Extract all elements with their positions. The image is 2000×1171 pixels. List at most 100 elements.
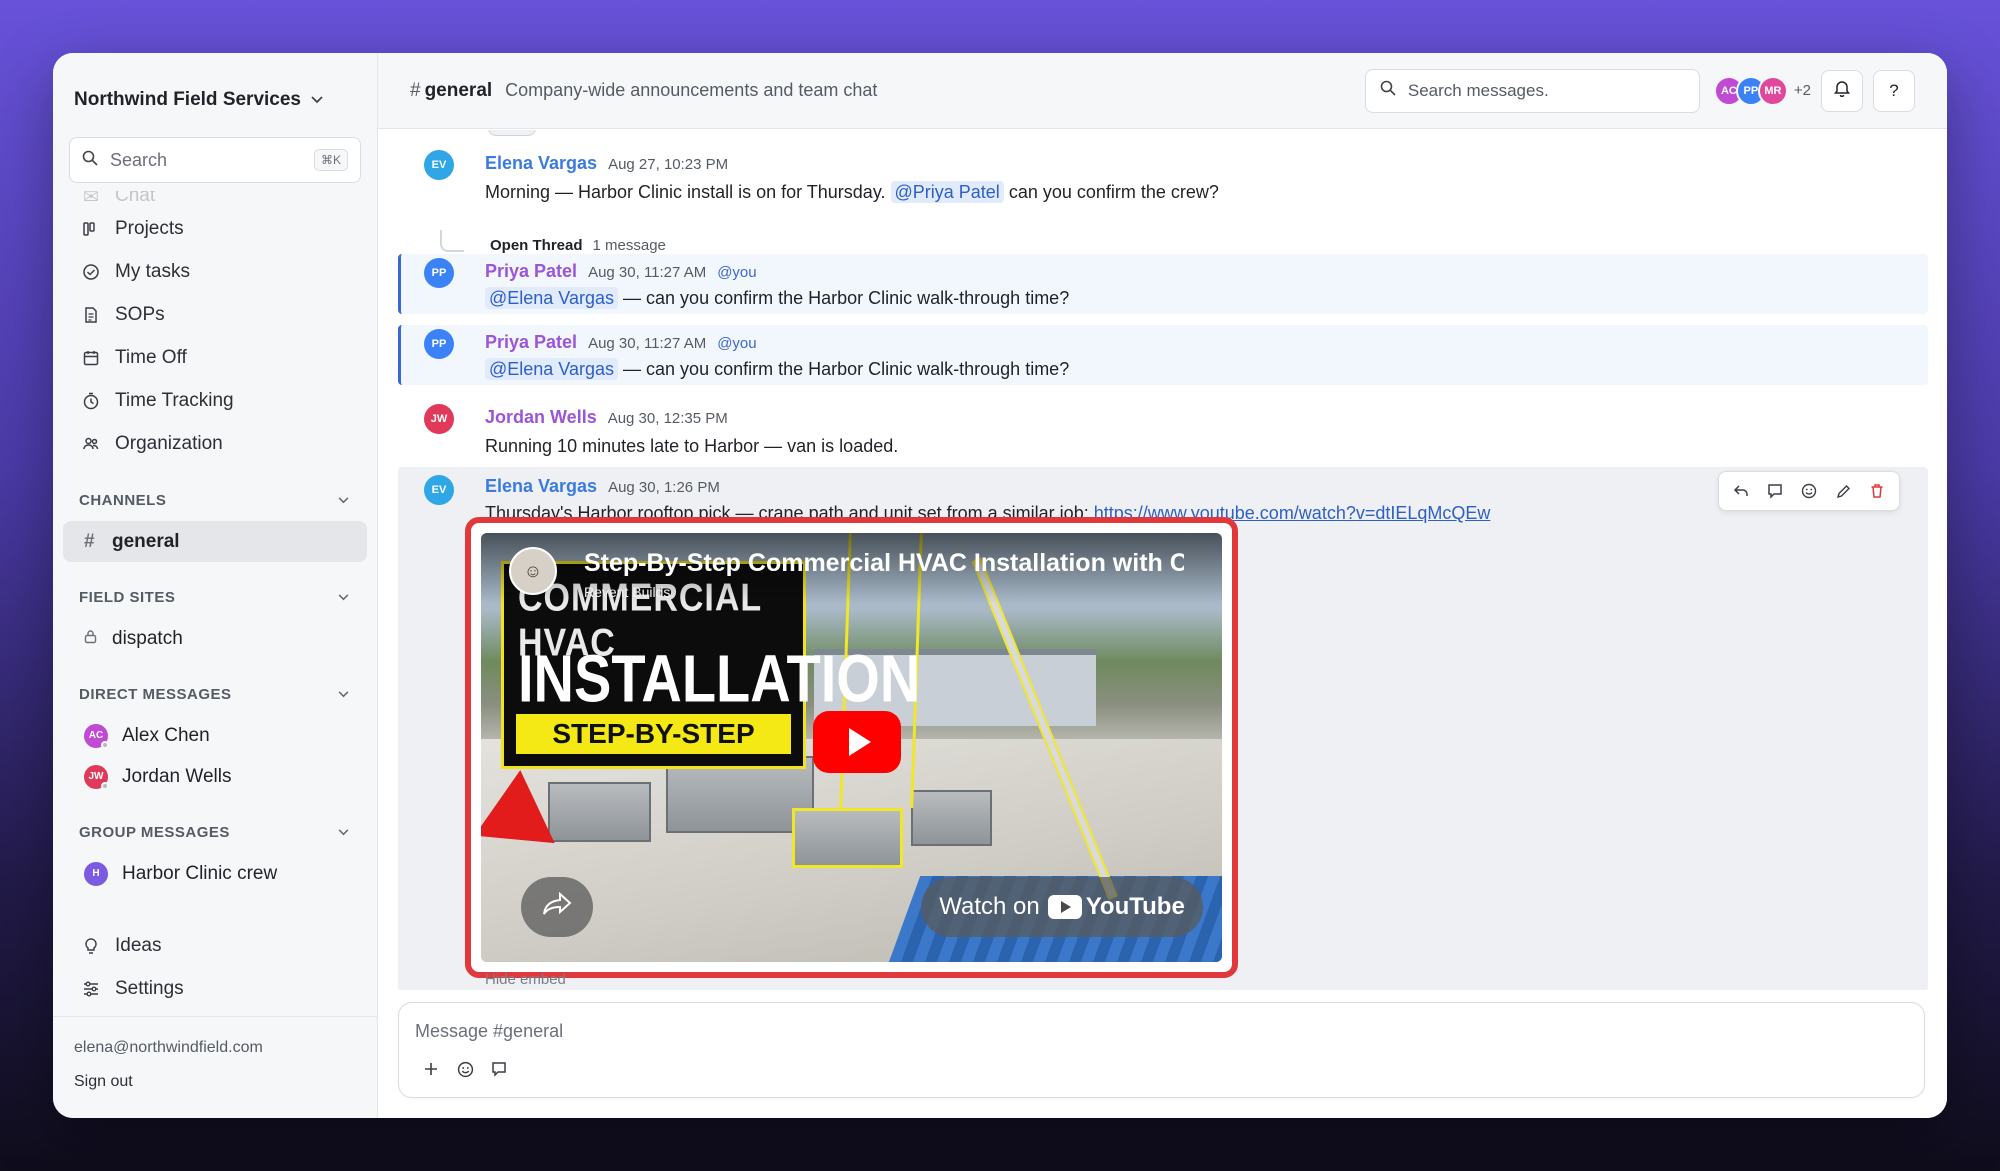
section-header-field-sites[interactable]: FIELD SITES <box>53 576 377 618</box>
calendar-icon <box>81 348 101 368</box>
sidebar-item-my-tasks[interactable]: My tasks <box>63 250 367 293</box>
search-icon <box>82 150 98 171</box>
message-item-hovered[interactable]: EV Elena Vargas Aug 30, 1:26 PM Thursday… <box>398 467 1928 990</box>
mention-chip[interactable]: @Elena Vargas <box>485 358 619 380</box>
video-embed[interactable]: COMMERCIAL HVAC INSTALLATION STEP-BY-STE… <box>465 517 1238 978</box>
dm-item-jordan-wells[interactable]: JW Jordan Wells <box>63 756 367 797</box>
help-button[interactable]: ? <box>1873 69 1915 112</box>
thread-icon[interactable] <box>1759 475 1791 507</box>
watch-on-youtube-button[interactable]: Watch on YouTube <box>921 877 1203 937</box>
author-name[interactable]: Priya Patel <box>485 261 577 282</box>
author-name[interactable]: Elena Vargas <box>485 153 597 174</box>
video-title[interactable]: Step-By-Step Commercial HVAC Installatio… <box>584 549 1184 578</box>
channel-avatar[interactable]: ☺ <box>509 547 557 595</box>
sidebar-item-settings[interactable]: Settings <box>63 967 367 1010</box>
search-icon <box>1380 80 1396 101</box>
plus-icon[interactable] <box>421 1059 441 1079</box>
trash-icon[interactable] <box>1861 475 1893 507</box>
search-shortcut-badge: ⌘K <box>313 149 348 171</box>
emoji-icon[interactable] <box>1793 475 1825 507</box>
people-icon <box>81 434 101 454</box>
notifications-button[interactable] <box>1821 69 1863 112</box>
composer-placeholder: Message #general <box>415 1021 564 1041</box>
open-thread-link[interactable]: Open Thread 1 message <box>490 237 666 254</box>
sidebar-item-time-tracking[interactable]: Time Tracking <box>63 379 367 422</box>
you-tag: @you <box>717 335 757 352</box>
lock-icon <box>84 628 98 650</box>
author-name[interactable]: Priya Patel <box>485 332 577 353</box>
lightbulb-icon <box>81 936 101 956</box>
channel-description: Company-wide announcements and team chat <box>505 80 878 100</box>
sidebar-item-sops[interactable]: SOPs <box>63 293 367 336</box>
sidebar-item-organization[interactable]: Organization <box>63 422 367 465</box>
sidebar-item-label: Projects <box>115 217 184 239</box>
hash-icon: # <box>84 530 95 552</box>
workspace-name: Northwind Field Services <box>74 88 301 110</box>
sidebar-item-time-off[interactable]: Time Off <box>63 336 367 379</box>
message-header: Priya Patel Aug 30, 11:27 AM @you <box>485 261 757 282</box>
author-name[interactable]: Elena Vargas <box>485 476 597 497</box>
avatar: PP <box>424 329 454 359</box>
sign-out-link[interactable]: Sign out <box>74 1073 356 1091</box>
reply-icon[interactable] <box>1725 475 1757 507</box>
section-header-group-messages[interactable]: GROUP MESSAGES <box>53 811 377 853</box>
edit-icon[interactable] <box>1827 475 1859 507</box>
thread-connector <box>440 230 464 252</box>
user-email: elena@northwindfield.com <box>74 1039 263 1056</box>
author-name[interactable]: Jordan Wells <box>485 407 597 428</box>
dm-name: Jordan Wells <box>122 765 232 787</box>
composer-toolbar <box>421 1059 509 1079</box>
message-item-highlighted[interactable]: PP Priya Patel Aug 30, 11:27 AM @you @El… <box>398 325 1928 385</box>
sidebar-item-ideas[interactable]: Ideas <box>63 924 367 967</box>
message-item-highlighted[interactable]: PP Priya Patel Aug 30, 11:27 AM @you @El… <box>398 254 1928 314</box>
message-actions-toolbar <box>1718 471 1900 511</box>
video-player[interactable]: COMMERCIAL HVAC INSTALLATION STEP-BY-STE… <box>481 533 1222 962</box>
message-search-input[interactable]: Search messages. <box>1364 68 1700 113</box>
sidebar-item-chat[interactable]: ✉ Chat <box>63 191 367 207</box>
sidebar-item-label: Ideas <box>115 934 162 956</box>
dm-item-alex-chen[interactable]: AC Alex Chen <box>63 715 367 756</box>
dm-name: Alex Chen <box>122 724 210 746</box>
youtube-play-icon <box>1047 895 1082 919</box>
sidebar: Northwind Field Services Search ⌘K ✉ Cha… <box>53 53 378 1118</box>
channel-header: # general Company-wide announcements and … <box>378 53 1947 129</box>
channel-item-general[interactable]: # general <box>63 521 367 562</box>
message-item[interactable]: EV Elena Vargas Aug 27, 10:23 PM Morning… <box>398 150 1928 262</box>
secondary-nav: Ideas Settings <box>53 916 377 1010</box>
sidebar-item-label: Chat <box>115 191 156 206</box>
chevron-down-icon <box>338 493 349 507</box>
kanban-icon <box>81 219 101 239</box>
sidebar-item-label: My tasks <box>115 260 190 282</box>
share-button[interactable] <box>521 877 593 937</box>
section-header-channels[interactable]: CHANNELS <box>53 479 377 521</box>
clock-icon <box>81 391 101 411</box>
sliders-icon <box>81 979 101 999</box>
thumbnail-text: STEP-BY-STEP <box>516 714 791 754</box>
chevron-down-icon <box>338 590 349 604</box>
emoji-icon[interactable] <box>455 1059 475 1079</box>
channel-item-dispatch[interactable]: dispatch <box>63 618 367 659</box>
member-avatars[interactable]: AC PP MR +2 <box>1713 75 1811 106</box>
message-header: Jordan Wells Aug 30, 12:35 PM <box>485 407 728 428</box>
group-item-harbor-clinic-crew[interactable]: H Harbor Clinic crew <box>63 853 367 894</box>
message-header: Priya Patel Aug 30, 11:27 AM @you <box>485 332 757 353</box>
sidebar-search[interactable]: Search ⌘K <box>69 137 361 183</box>
chat-bubble-icon[interactable] <box>489 1059 509 1079</box>
message-timestamp: Aug 30, 11:27 AM <box>588 335 707 352</box>
main-panel: # general Company-wide announcements and … <box>378 53 1947 1118</box>
hide-embed-link[interactable]: Hide embed <box>485 971 566 988</box>
video-channel[interactable]: Revent Builds <box>584 584 670 600</box>
message-item[interactable]: JW Jordan Wells Aug 30, 12:35 PM Running… <box>398 404 1928 464</box>
workspace-switcher[interactable]: Northwind Field Services <box>53 53 377 119</box>
message-composer[interactable]: Message #general <box>398 1002 1925 1098</box>
sidebar-item-projects[interactable]: Projects <box>63 207 367 250</box>
play-button[interactable] <box>813 711 901 773</box>
section-header-direct-messages[interactable]: DIRECT MESSAGES <box>53 673 377 715</box>
message-text: Running 10 minutes late to Harbor — van … <box>485 436 899 456</box>
thread-label: Open Thread <box>490 237 583 254</box>
message-list[interactable]: EV Elena Vargas Aug 27, 10:23 PM Morning… <box>378 130 1947 990</box>
mention-chip[interactable]: @Priya Patel <box>890 181 1004 203</box>
message-timestamp: Aug 27, 10:23 PM <box>608 156 729 173</box>
header-actions: Search messages. AC PP MR +2 ? <box>1364 68 1915 113</box>
mention-chip[interactable]: @Elena Vargas <box>485 287 619 309</box>
